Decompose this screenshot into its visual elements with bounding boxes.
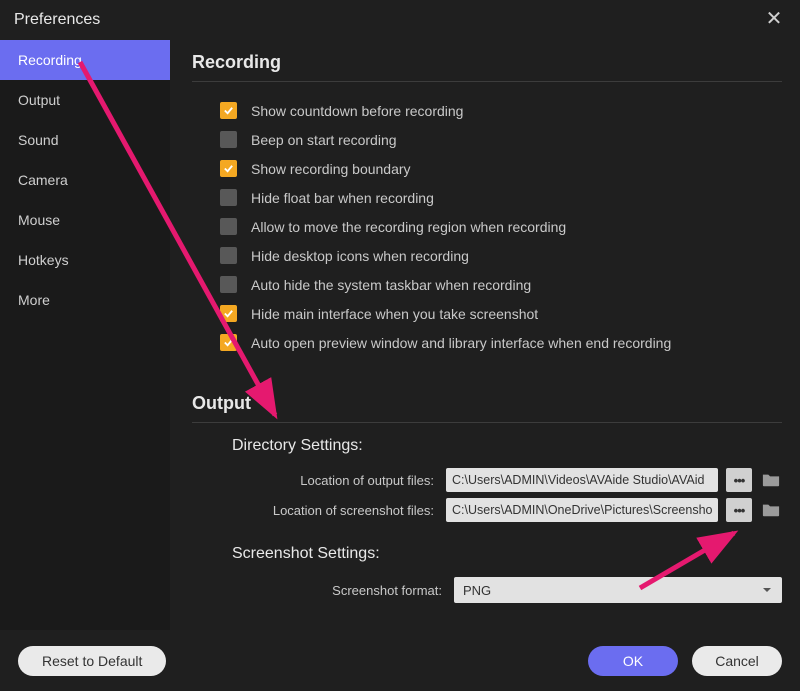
ok-button[interactable]: OK: [588, 646, 678, 676]
option-row: Beep on start recording: [192, 125, 782, 154]
sidebar-item-label: Camera: [18, 172, 68, 188]
checkbox[interactable]: [220, 218, 237, 235]
sidebar-item-hotkeys[interactable]: Hotkeys: [0, 240, 170, 280]
option-row: Hide desktop icons when recording: [192, 241, 782, 270]
output-section: Output Directory Settings: Location of o…: [192, 393, 782, 607]
checkbox[interactable]: [220, 189, 237, 206]
close-icon[interactable]: ✕: [762, 8, 786, 32]
sidebar: Recording Output Sound Camera Mouse Hotk…: [0, 40, 170, 630]
dir-label: Location of output files:: [192, 473, 438, 488]
option-label: Beep on start recording: [251, 132, 397, 148]
option-label: Hide desktop icons when recording: [251, 248, 469, 264]
dir-row-screenshot: Location of screenshot files: C:\Users\A…: [192, 495, 782, 525]
open-folder-icon[interactable]: [760, 498, 782, 522]
subhead-screenshot: Screenshot Settings:: [232, 545, 782, 563]
sidebar-item-label: Output: [18, 92, 60, 108]
option-row: Hide float bar when recording: [192, 183, 782, 212]
option-label: Show recording boundary: [251, 161, 411, 177]
checkbox[interactable]: [220, 276, 237, 293]
sidebar-item-more[interactable]: More: [0, 280, 170, 320]
sidebar-item-label: Sound: [18, 132, 58, 148]
option-label: Hide main interface when you take screen…: [251, 306, 538, 322]
browse-button[interactable]: •••: [726, 468, 752, 492]
chevron-down-icon: [761, 584, 773, 596]
checkbox[interactable]: [220, 334, 237, 351]
format-row: Screenshot format: PNG: [192, 573, 782, 607]
format-value: PNG: [463, 583, 491, 598]
sidebar-item-output[interactable]: Output: [0, 80, 170, 120]
output-path-input[interactable]: C:\Users\ADMIN\Videos\AVAide Studio\AVAi…: [446, 468, 718, 492]
reset-button[interactable]: Reset to Default: [18, 646, 166, 676]
format-select[interactable]: PNG: [454, 577, 782, 603]
footer: Reset to Default OK Cancel: [0, 630, 800, 691]
option-row: Show recording boundary: [192, 154, 782, 183]
body: Recording Output Sound Camera Mouse Hotk…: [0, 40, 800, 630]
section-title-recording: Recording: [192, 52, 782, 82]
format-label: Screenshot format:: [192, 583, 446, 598]
window-title: Preferences: [14, 11, 100, 29]
sidebar-item-label: More: [18, 292, 50, 308]
option-row: Auto hide the system taskbar when record…: [192, 270, 782, 299]
dir-label: Location of screenshot files:: [192, 503, 438, 518]
screenshot-path-input[interactable]: C:\Users\ADMIN\OneDrive\Pictures\Screens…: [446, 498, 718, 522]
sidebar-item-label: Hotkeys: [18, 252, 69, 268]
titlebar: Preferences ✕: [0, 0, 800, 40]
sidebar-item-recording[interactable]: Recording: [0, 40, 170, 80]
option-row: Hide main interface when you take screen…: [192, 299, 782, 328]
option-row: Show countdown before recording: [192, 96, 782, 125]
content: Recording Show countdown before recordin…: [170, 40, 800, 630]
checkbox[interactable]: [220, 160, 237, 177]
sidebar-item-label: Recording: [18, 52, 82, 68]
open-folder-icon[interactable]: [760, 468, 782, 492]
option-row: Allow to move the recording region when …: [192, 212, 782, 241]
cancel-button[interactable]: Cancel: [692, 646, 782, 676]
checkbox[interactable]: [220, 305, 237, 322]
option-label: Hide float bar when recording: [251, 190, 434, 206]
option-label: Auto hide the system taskbar when record…: [251, 277, 531, 293]
option-row: Auto open preview window and library int…: [192, 328, 782, 357]
checkbox[interactable]: [220, 131, 237, 148]
browse-button[interactable]: •••: [726, 498, 752, 522]
subhead-directory: Directory Settings:: [232, 437, 782, 455]
checkbox[interactable]: [220, 247, 237, 264]
dir-row-output: Location of output files: C:\Users\ADMIN…: [192, 465, 782, 495]
section-title-output: Output: [192, 393, 782, 423]
option-label: Auto open preview window and library int…: [251, 335, 671, 351]
sidebar-item-sound[interactable]: Sound: [0, 120, 170, 160]
option-label: Allow to move the recording region when …: [251, 219, 566, 235]
option-label: Show countdown before recording: [251, 103, 463, 119]
checkbox[interactable]: [220, 102, 237, 119]
footer-right: OK Cancel: [588, 646, 782, 676]
sidebar-item-mouse[interactable]: Mouse: [0, 200, 170, 240]
sidebar-item-label: Mouse: [18, 212, 60, 228]
sidebar-item-camera[interactable]: Camera: [0, 160, 170, 200]
